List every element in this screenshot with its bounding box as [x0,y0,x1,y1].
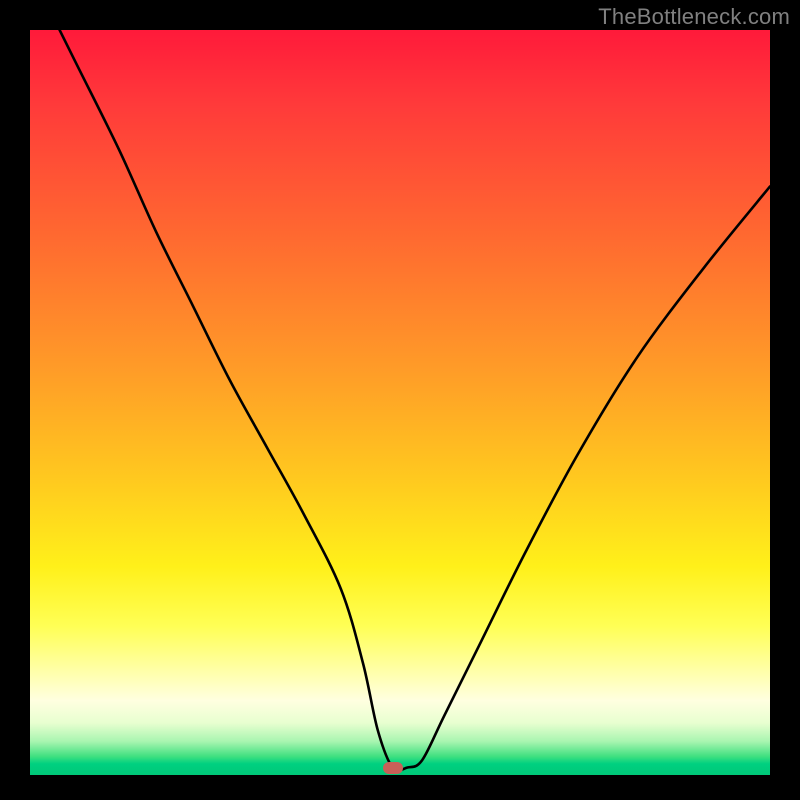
watermark-text: TheBottleneck.com [598,4,790,30]
optimal-marker [383,762,403,774]
bottleneck-curve [30,30,770,775]
plot-area [30,30,770,775]
chart-frame: TheBottleneck.com [0,0,800,800]
